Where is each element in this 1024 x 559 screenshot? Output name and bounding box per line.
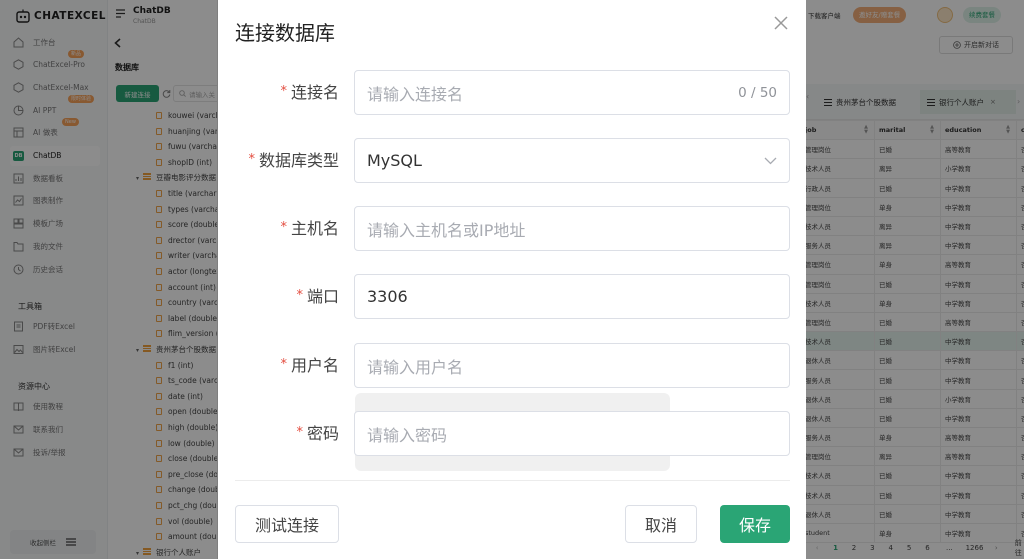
chevron-down-icon[interactable] — [764, 157, 777, 165]
test-connection-button[interactable]: 测试连接 — [235, 505, 339, 543]
field-label: * 主机名 — [218, 215, 339, 239]
required-mark: * — [248, 152, 255, 167]
save-button[interactable]: 保存 — [720, 505, 790, 543]
field-input-5[interactable]: 请输入密码 — [354, 411, 790, 456]
field-placeholder: 请输入用户名 — [367, 357, 464, 377]
required-mark: * — [280, 84, 287, 99]
field-label: * 端口 — [218, 283, 339, 307]
dialog-title: 连接数据库 — [235, 21, 335, 45]
field-value: MySQL — [367, 151, 422, 170]
db-type-select[interactable]: MySQL — [354, 138, 790, 183]
required-mark: * — [296, 425, 303, 440]
required-mark: * — [280, 220, 287, 235]
field-placeholder: 请输入连接名 — [367, 84, 464, 104]
field-label-text: 密码 — [306, 424, 339, 443]
field-label-text: 用户名 — [290, 356, 339, 375]
field-label: * 数据库类型 — [218, 147, 339, 171]
field-input-2[interactable]: 请输入主机名或IP地址 — [354, 206, 790, 251]
required-mark: * — [280, 357, 287, 372]
close-icon[interactable] — [772, 14, 790, 32]
field-label-text: 端口 — [306, 287, 339, 306]
field-placeholder: 请输入密码 — [367, 425, 448, 445]
field-value: 3306 — [367, 287, 408, 306]
field-input-0[interactable]: 请输入连接名 0 / 50 — [354, 70, 790, 115]
field-label-text: 连接名 — [290, 83, 339, 102]
field-label: * 密码 — [218, 420, 339, 444]
field-input-4[interactable]: 请输入用户名 — [354, 343, 790, 388]
field-label: * 用户名 — [218, 352, 339, 376]
footer-divider — [235, 480, 790, 481]
field-label-text: 主机名 — [290, 219, 339, 238]
field-label: * 连接名 — [218, 79, 339, 103]
field-label-text: 数据库类型 — [258, 151, 339, 170]
required-mark: * — [296, 288, 303, 303]
field-input-3[interactable]: 3306 — [354, 274, 790, 319]
cancel-button[interactable]: 取消 — [625, 505, 697, 543]
field-placeholder: 请输入主机名或IP地址 — [367, 220, 526, 240]
char-counter: 0 / 50 — [738, 84, 777, 101]
